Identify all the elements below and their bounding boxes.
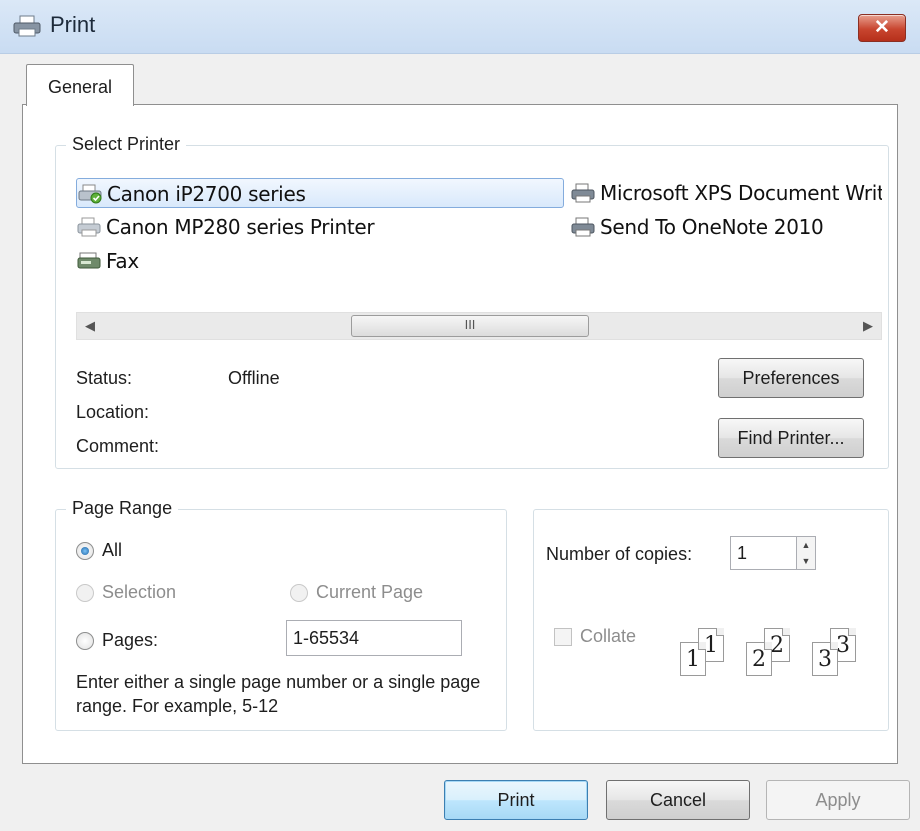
printer-list-scrollbar[interactable]: ◀ III ▶ xyxy=(76,312,882,340)
spin-down-icon[interactable]: ▼ xyxy=(797,553,815,569)
tab-general[interactable]: General xyxy=(26,64,134,106)
collate-page: 1 xyxy=(680,642,706,676)
general-tab-panel: Select Printer Canon iP2700 series Canon… xyxy=(22,104,898,764)
collate-checkbox[interactable] xyxy=(554,628,572,646)
fax-icon xyxy=(77,252,101,268)
close-icon: ✕ xyxy=(874,17,890,38)
select-printer-group: Select Printer Canon iP2700 series Canon… xyxy=(55,134,889,469)
print-button[interactable]: Print xyxy=(444,780,588,820)
collate-label[interactable]: Collate xyxy=(580,626,636,647)
preferences-button[interactable]: Preferences xyxy=(718,358,864,398)
scroll-right-icon[interactable]: ▶ xyxy=(855,313,881,339)
printer-item-fax[interactable]: Fax xyxy=(76,246,564,276)
printer-name: Canon MP280 series Printer xyxy=(106,215,375,239)
status-label: Status: xyxy=(76,368,133,388)
printer-default-icon xyxy=(78,184,102,203)
copies-group: Number of copies: 1 ▲ ▼ Collate 1 1 2 2 … xyxy=(533,509,889,731)
printer-icon xyxy=(571,217,595,236)
printer-name: Canon iP2700 series xyxy=(107,182,306,206)
collate-page: 2 xyxy=(746,642,772,676)
collate-page: 3 xyxy=(812,642,838,676)
apply-button[interactable]: Apply xyxy=(766,780,910,820)
close-button[interactable]: ✕ xyxy=(858,14,906,42)
pages-radio[interactable] xyxy=(76,632,94,650)
pages-input[interactable]: 1-65534 xyxy=(286,620,462,656)
printer-name: Microsoft XPS Document Writer xyxy=(600,181,882,205)
scroll-left-icon[interactable]: ◀ xyxy=(77,313,103,339)
all-radio[interactable] xyxy=(76,542,94,560)
location-label: Location: xyxy=(76,402,150,422)
pages-label[interactable]: Pages: xyxy=(102,630,158,651)
all-label[interactable]: All xyxy=(102,540,122,561)
printer-name: Fax xyxy=(106,249,139,273)
select-printer-title: Select Printer xyxy=(66,134,187,155)
page-range-title: Page Range xyxy=(66,498,179,519)
title-bar[interactable]: Print ✕ xyxy=(0,0,920,54)
printer-list[interactable]: Canon iP2700 series Canon MP280 series P… xyxy=(76,174,882,334)
page-range-description: Enter either a single page number or a s… xyxy=(76,672,481,716)
printer-icon xyxy=(571,183,595,202)
printer-name: Send To OneNote 2010 xyxy=(600,215,824,239)
selection-radio[interactable] xyxy=(76,584,94,602)
printer-icon xyxy=(13,15,41,37)
print-dialog: Print ✕ General Select Printer Canon iP2… xyxy=(0,0,920,831)
comment-label: Comment: xyxy=(76,436,160,456)
printer-item-send-to-onenote[interactable]: Send To OneNote 2010 xyxy=(570,212,882,242)
printer-item-microsoft-xps[interactable]: Microsoft XPS Document Writer xyxy=(570,178,882,208)
printer-item-canon-mp280[interactable]: Canon MP280 series Printer xyxy=(76,212,564,242)
printer-icon xyxy=(77,217,101,236)
scroll-thumb[interactable]: III xyxy=(351,315,589,337)
number-of-copies-label: Number of copies: xyxy=(546,544,693,564)
spin-up-icon[interactable]: ▲ xyxy=(797,537,815,553)
page-range-group: Page Range All Selection Current Page Pa… xyxy=(55,498,507,731)
selection-label[interactable]: Selection xyxy=(102,582,176,603)
status-value: Offline xyxy=(228,368,280,388)
current-page-label[interactable]: Current Page xyxy=(316,582,423,603)
find-printer-button[interactable]: Find Printer... xyxy=(718,418,864,458)
current-page-radio[interactable] xyxy=(290,584,308,602)
printer-item-canon-ip2700[interactable]: Canon iP2700 series xyxy=(76,178,564,208)
copies-spinner[interactable]: ▲ ▼ xyxy=(796,536,816,570)
window-title: Print xyxy=(50,12,96,37)
cancel-button[interactable]: Cancel xyxy=(606,780,750,820)
